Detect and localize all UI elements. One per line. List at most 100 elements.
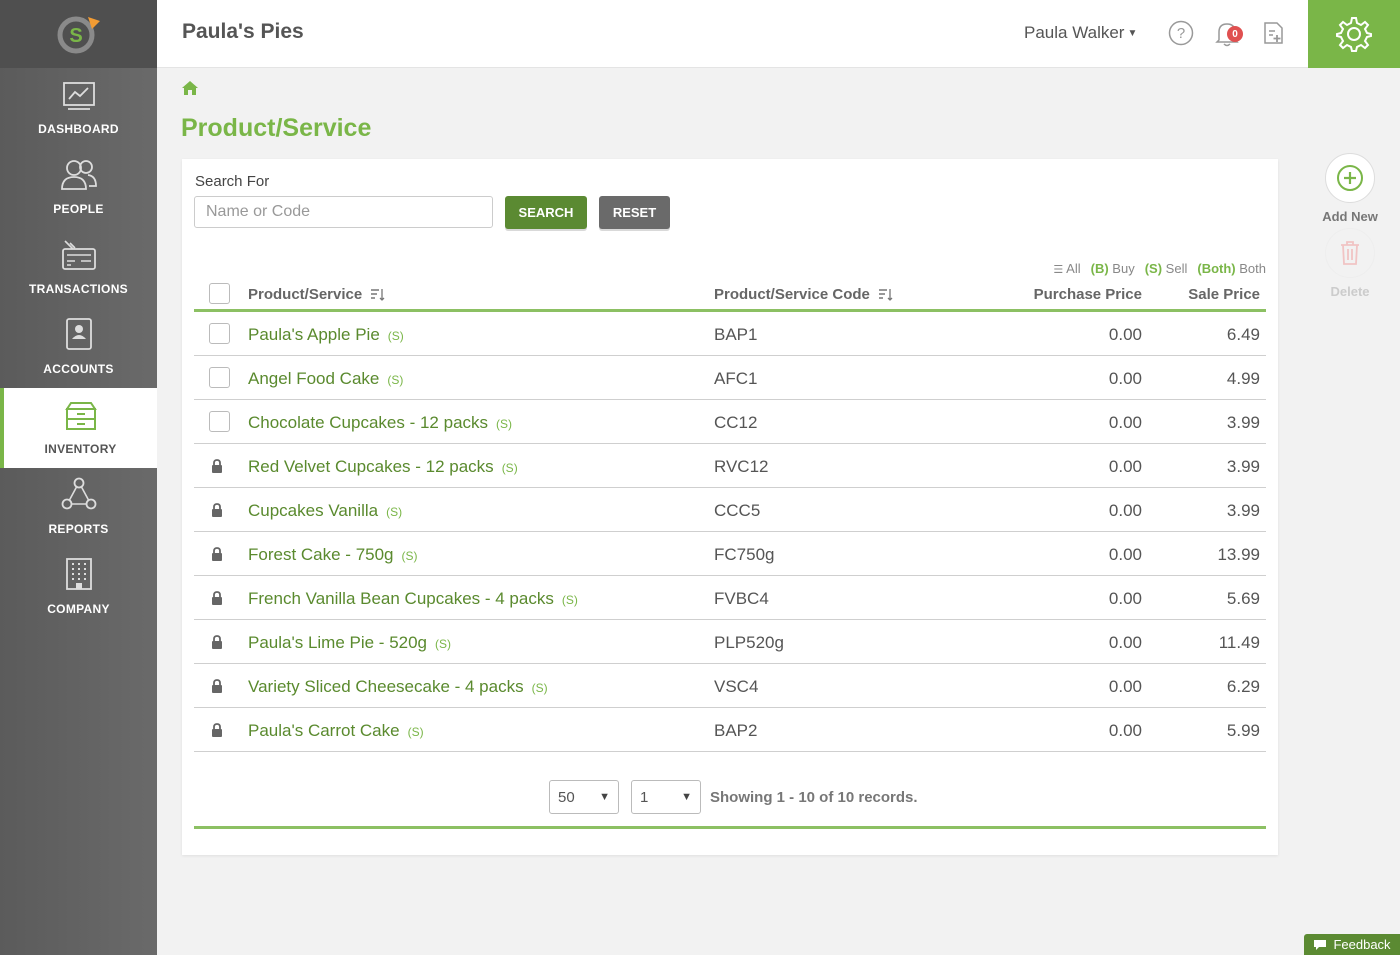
- product-type-tag: (S): [401, 549, 418, 563]
- sidebar-item-dashboard[interactable]: DASHBOARD: [0, 68, 157, 148]
- product-code: PLP520g: [714, 633, 784, 652]
- search-button[interactable]: SEARCH: [505, 196, 587, 229]
- sidebar-item-company[interactable]: COMPANY: [0, 548, 157, 628]
- column-header-purchase-price: Purchase Price: [1033, 286, 1142, 303]
- purchase-price: 0.00: [1108, 633, 1142, 652]
- product-type-tag: (S): [561, 593, 578, 607]
- product-name-link[interactable]: Cupcakes Vanilla (S): [248, 501, 402, 521]
- new-document-icon[interactable]: [1262, 20, 1284, 51]
- type-filter: ☰ All (B) Buy (S) Sell (Both) Both: [1053, 261, 1266, 276]
- sidebar-item-reports[interactable]: REPORTS: [0, 468, 157, 548]
- product-code: CC12: [714, 413, 758, 432]
- table-row: Red Velvet Cupcakes - 12 packs (S) RVC12 0.…: [194, 444, 1266, 488]
- user-menu[interactable]: Paula Walker ▼: [1024, 23, 1137, 43]
- feedback-button[interactable]: Feedback: [1304, 934, 1400, 955]
- filter-buy[interactable]: (B) Buy: [1091, 261, 1135, 276]
- table-row: Variety Sliced Cheesecake - 4 packs (S) VS…: [194, 664, 1266, 708]
- product-code: FC750g: [714, 545, 775, 564]
- sale-price: 6.49: [1226, 325, 1260, 344]
- product-code: BAP2: [714, 721, 758, 740]
- sale-price: 3.99: [1226, 457, 1260, 476]
- product-type-tag: (S): [435, 637, 452, 651]
- add-new-button[interactable]: Add New: [1318, 153, 1382, 224]
- product-code: VSC4: [714, 677, 759, 696]
- filter-both[interactable]: (Both) Both: [1197, 261, 1266, 276]
- purchase-price: 0.00: [1108, 545, 1142, 564]
- product-code: FVBC4: [714, 589, 769, 608]
- sale-price: 3.99: [1226, 501, 1260, 520]
- top-header: Paula's Pies Paula Walker ▼ ? 0: [157, 0, 1400, 68]
- product-name-link[interactable]: Angel Food Cake (S): [248, 369, 403, 389]
- chat-bubble-icon: [1314, 939, 1327, 950]
- company-name: Paula's Pies: [182, 20, 304, 43]
- product-table: Product/Service Product/Service Code Pur…: [194, 277, 1266, 752]
- row-checkbox[interactable]: [209, 411, 230, 432]
- pagination: 50 ▼ 1 ▼ Showing 1 - 10 of 10 records.: [549, 780, 918, 814]
- reset-button[interactable]: RESET: [599, 196, 670, 229]
- table-row: Paula's Apple Pie (S) BAP1 0.00 6.49: [194, 312, 1266, 356]
- product-type-tag: (S): [501, 461, 518, 475]
- sidebar-item-inventory[interactable]: INVENTORY: [0, 388, 157, 468]
- add-new-label: Add New: [1322, 209, 1378, 224]
- svg-text:S: S: [69, 25, 82, 47]
- user-name: Paula Walker: [1024, 23, 1125, 42]
- product-name-link[interactable]: Red Velvet Cupcakes - 12 packs (S): [248, 457, 518, 477]
- settings-gear-button[interactable]: [1308, 0, 1400, 68]
- product-name-link[interactable]: Paula's Apple Pie (S): [248, 325, 404, 345]
- delete-label: Delete: [1330, 284, 1370, 299]
- transactions-icon: [61, 239, 97, 282]
- records-summary: Showing 1 - 10 of 10 records.: [710, 788, 918, 806]
- filter-sell[interactable]: (S) Sell: [1145, 261, 1188, 276]
- add-circle: [1325, 153, 1375, 203]
- purchase-price: 0.00: [1108, 369, 1142, 388]
- purchase-price: 0.00: [1108, 677, 1142, 696]
- sidebar-item-label: INVENTORY: [44, 442, 117, 456]
- search-input[interactable]: [194, 196, 493, 228]
- product-type-tag: (S): [387, 329, 404, 343]
- notifications-bell-icon[interactable]: 0: [1214, 20, 1243, 53]
- product-name-link[interactable]: Paula's Lime Pie - 520g (S): [248, 633, 451, 653]
- app-logo[interactable]: S: [0, 0, 157, 68]
- row-checkbox[interactable]: [209, 323, 230, 344]
- sale-price: 13.99: [1217, 545, 1260, 564]
- dropdown-arrow-icon: ▼: [599, 791, 610, 803]
- chevron-down-icon: ▼: [1127, 28, 1138, 39]
- help-icon[interactable]: ?: [1168, 20, 1194, 51]
- page-title: Product/Service: [181, 114, 372, 142]
- purchase-price: 0.00: [1108, 589, 1142, 608]
- sidebar-item-transactions[interactable]: TRANSACTIONS: [0, 228, 157, 308]
- delete-button[interactable]: Delete: [1318, 228, 1382, 299]
- column-header-code[interactable]: Product/Service Code: [714, 286, 894, 303]
- product-name-link[interactable]: Forest Cake - 750g (S): [248, 545, 418, 565]
- plus-circle-icon: [1337, 165, 1363, 191]
- logo-icon: S: [57, 16, 100, 54]
- row-checkbox[interactable]: [209, 367, 230, 388]
- filter-all[interactable]: ☰ All: [1053, 261, 1080, 276]
- column-header-name[interactable]: Product/Service: [248, 286, 386, 303]
- page-number-select[interactable]: 1 ▼: [631, 780, 701, 814]
- home-breadcrumb-icon[interactable]: [181, 80, 199, 101]
- select-all-checkbox[interactable]: [209, 283, 230, 304]
- notification-badge: 0: [1227, 26, 1243, 42]
- product-name-link[interactable]: Variety Sliced Cheesecake - 4 packs (S): [248, 677, 548, 697]
- product-name-link[interactable]: Paula's Carrot Cake (S): [248, 721, 424, 741]
- purchase-price: 0.00: [1108, 457, 1142, 476]
- page-size-select[interactable]: 50 ▼: [549, 780, 619, 814]
- sidebar-item-accounts[interactable]: ACCOUNTS: [0, 308, 157, 388]
- lock-icon: [211, 722, 223, 742]
- table-row: French Vanilla Bean Cupcakes - 4 packs (S…: [194, 576, 1266, 620]
- sort-icon: [878, 288, 893, 301]
- column-header-sale-price: Sale Price: [1188, 286, 1260, 303]
- sale-price: 4.99: [1226, 369, 1260, 388]
- product-name-link[interactable]: French Vanilla Bean Cupcakes - 4 packs (S…: [248, 589, 578, 609]
- purchase-price: 0.00: [1108, 325, 1142, 344]
- lock-icon: [211, 546, 223, 566]
- sidebar-item-label: ACCOUNTS: [43, 362, 114, 376]
- table-header: Product/Service Product/Service Code Pur…: [194, 277, 1266, 312]
- product-name-link[interactable]: Chocolate Cupcakes - 12 packs (S): [248, 413, 512, 433]
- sort-icon: [371, 288, 385, 301]
- lock-icon: [211, 678, 223, 698]
- table-row: Angel Food Cake (S) AFC1 0.00 4.99: [194, 356, 1266, 400]
- dropdown-arrow-icon: ▼: [681, 791, 692, 803]
- sidebar-item-people[interactable]: PEOPLE: [0, 148, 157, 228]
